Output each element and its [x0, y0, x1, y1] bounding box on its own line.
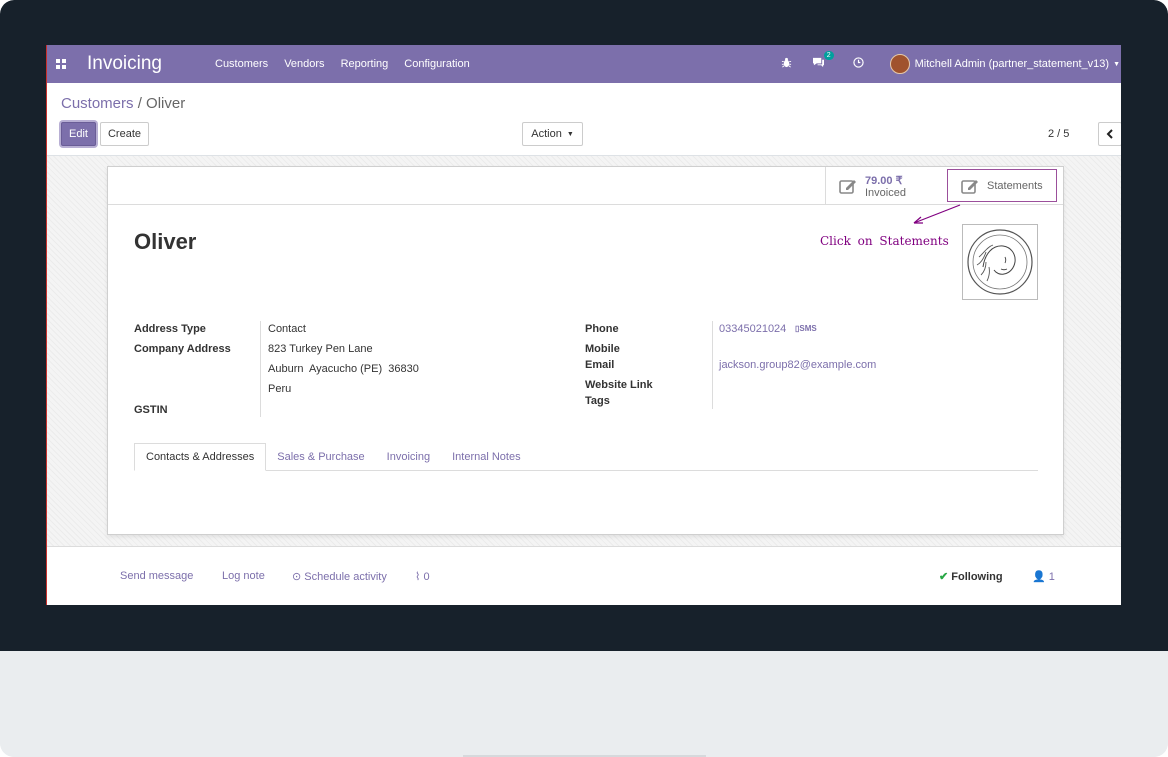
app-screen: Invoicing Customers Vendors Reporting Co…: [46, 45, 1121, 605]
form-view-background: 79.00 ₹ Invoiced Statements Click on Sta…: [47, 156, 1121, 546]
menu-configuration[interactable]: Configuration: [396, 58, 477, 70]
invoiced-stat-button[interactable]: 79.00 ₹ Invoiced: [825, 167, 947, 205]
tab-invoicing[interactable]: Invoicing: [376, 443, 441, 471]
main-menu: Customers Vendors Reporting Configuratio…: [207, 58, 478, 70]
schedule-activity-button[interactable]: ⊙ Schedule activity: [292, 570, 387, 583]
action-label: Action: [531, 128, 562, 140]
messages-badge: 2: [823, 51, 834, 60]
chatter-bar: Send message Log note ⊙ Schedule activit…: [47, 546, 1121, 605]
statements-button[interactable]: Statements: [947, 169, 1057, 202]
address-type-label: Address Type: [134, 323, 206, 335]
tab-internal-notes[interactable]: Internal Notes: [441, 443, 531, 471]
mobile-label: Mobile: [585, 343, 620, 355]
tab-sales-purchase[interactable]: Sales & Purchase: [266, 443, 375, 471]
paperclip-icon: ⌇: [415, 571, 421, 583]
schedule-activity-label: Schedule activity: [304, 571, 387, 583]
caret-down-icon: ▼: [566, 130, 574, 138]
annotation-text: Click on Statements: [820, 234, 949, 248]
edit-button[interactable]: Edit: [61, 122, 96, 146]
street-value[interactable]: 823 Turkey Pen Lane: [268, 343, 373, 355]
user-menu[interactable]: Mitchell Admin (partner_statement_v13): [915, 58, 1109, 70]
phone-link[interactable]: 03345021024: [719, 323, 786, 335]
country-value[interactable]: Peru: [268, 383, 291, 395]
chevron-down-icon[interactable]: ▼: [1113, 61, 1120, 68]
control-panel: Customers / Oliver Edit Create Action ▼ …: [47, 83, 1121, 156]
pager-value[interactable]: 2 / 5: [1048, 128, 1069, 140]
breadcrumb-customers[interactable]: Customers: [61, 95, 134, 112]
gstin-label: GSTIN: [134, 404, 168, 416]
notebook-tabs: Contacts & Addresses Sales & Purchase In…: [134, 443, 1038, 471]
followers-button[interactable]: 👤 1: [1032, 570, 1055, 583]
pencil-square-icon: [961, 179, 978, 194]
send-message-button[interactable]: Send message: [120, 570, 193, 582]
user-icon: 👤: [1032, 571, 1046, 583]
field-divider: [712, 321, 713, 409]
company-address-label: Company Address: [134, 343, 231, 355]
menu-vendors[interactable]: Vendors: [276, 58, 332, 70]
breadcrumb-current: Oliver: [146, 95, 186, 112]
portrait-drawing-icon: [967, 229, 1033, 295]
email-link[interactable]: jackson.group82@example.com: [719, 359, 876, 371]
create-button[interactable]: Create: [100, 122, 149, 146]
bug-icon[interactable]: [781, 57, 792, 71]
tab-contacts-addresses[interactable]: Contacts & Addresses: [134, 443, 267, 471]
invoiced-amount: 79.00 ₹: [865, 174, 903, 187]
sms-label: SMS: [799, 324, 817, 333]
attachments-count: 0: [423, 571, 430, 583]
breadcrumb-separator: /: [137, 95, 142, 112]
check-icon: ✔: [939, 571, 949, 583]
email-label: Email: [585, 359, 615, 371]
following-label: Following: [951, 571, 1003, 583]
clock-icon: ⊙: [292, 571, 302, 583]
apps-menu-icon[interactable]: [47, 45, 75, 83]
monitor-chin: [0, 651, 1168, 757]
field-divider: [260, 321, 261, 417]
statements-label: Statements: [987, 179, 1043, 192]
button-box: 79.00 ₹ Invoiced Statements: [108, 167, 1063, 205]
activity-clock-icon[interactable]: [852, 57, 864, 71]
website-label: Website Link: [585, 379, 653, 391]
annotation-arrow-icon: [913, 204, 961, 224]
form-sheet: 79.00 ₹ Invoiced Statements Click on Sta…: [107, 166, 1064, 535]
pencil-square-icon: [839, 180, 856, 194]
top-navbar: Invoicing Customers Vendors Reporting Co…: [47, 45, 1121, 83]
user-avatar[interactable]: [889, 54, 910, 74]
action-dropdown[interactable]: Action ▼: [522, 122, 583, 146]
sms-button[interactable]: ▯SMS: [795, 324, 817, 333]
invoiced-label: Invoiced: [865, 186, 906, 199]
messages-icon[interactable]: 2: [812, 51, 834, 71]
pager-previous-button[interactable]: [1098, 122, 1121, 146]
record-title: Oliver: [134, 229, 197, 254]
attachments-button[interactable]: ⌇ 0: [415, 570, 430, 583]
log-note-button[interactable]: Log note: [222, 570, 265, 582]
menu-customers[interactable]: Customers: [207, 58, 276, 70]
city-line-value[interactable]: Auburn Ayacucho (PE) 36830: [268, 363, 419, 375]
navbar-systray: 2 Mitchell Admin (partner_statement_v13)…: [771, 45, 1121, 83]
chevron-left-icon: [1106, 129, 1113, 139]
phone-label: Phone: [585, 323, 619, 335]
address-type-value[interactable]: Contact: [268, 323, 306, 335]
app-title[interactable]: Invoicing: [87, 53, 195, 75]
partner-image[interactable]: [962, 224, 1038, 300]
menu-reporting[interactable]: Reporting: [333, 58, 397, 70]
device-frame: Invoicing Customers Vendors Reporting Co…: [0, 0, 1168, 757]
tags-label: Tags: [585, 395, 610, 407]
followers-count: 1: [1048, 571, 1055, 583]
following-button[interactable]: ✔ Following: [939, 570, 1003, 583]
breadcrumb: Customers / Oliver: [61, 95, 185, 112]
